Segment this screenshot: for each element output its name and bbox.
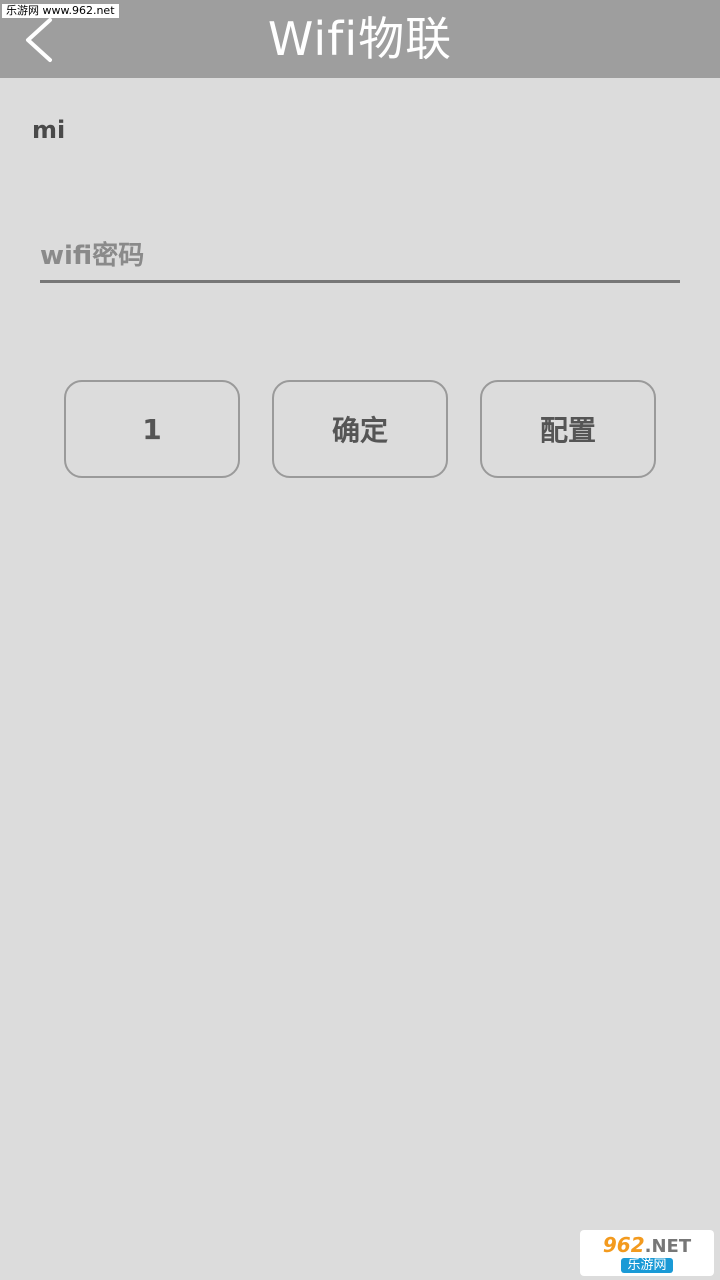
confirm-button[interactable]: 确定 (272, 380, 448, 478)
watermark-top: 乐游网 www.962.net (2, 4, 119, 18)
wifi-ssid-label: mi (32, 116, 66, 144)
watermark-logo: 962.NET 乐游网 (580, 1230, 714, 1276)
watermark-logo-text: 962.NET (603, 1234, 691, 1258)
button-1[interactable]: 1 (64, 380, 240, 478)
config-button[interactable]: 配置 (480, 380, 656, 478)
watermark-subtitle: 乐游网 (621, 1257, 673, 1273)
page-title: Wifi物联 (267, 12, 453, 66)
watermark-logo-number: 962 (602, 1232, 645, 1257)
wifi-password-input[interactable] (40, 232, 680, 283)
watermark-logo-net: .NET (644, 1235, 692, 1257)
